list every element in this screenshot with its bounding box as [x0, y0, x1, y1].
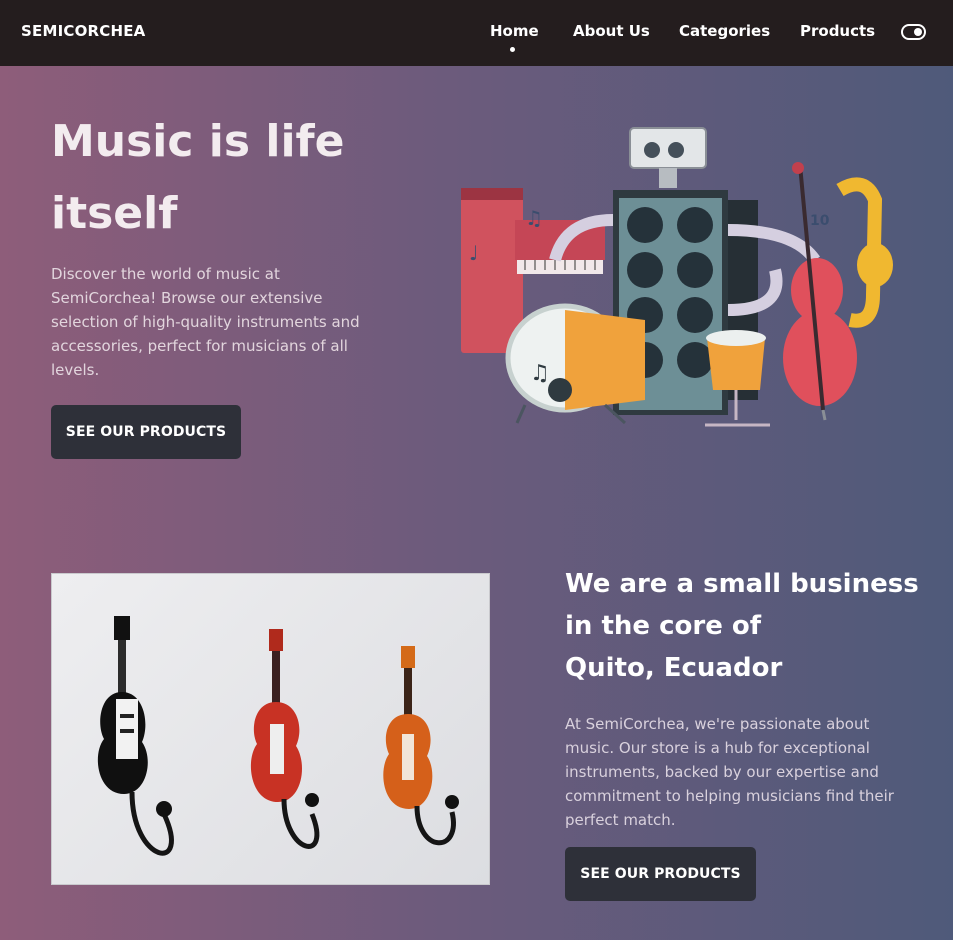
hero-title: Music is life itself: [51, 116, 345, 239]
about-title: We are a small business in the core of Q…: [565, 563, 925, 689]
nav-link-about-us[interactable]: About Us: [573, 22, 650, 40]
see-products-button[interactable]: SEE OUR PRODUCTS: [51, 405, 241, 459]
navbar: SEMICORCHEA Home About Us Categories Pro…: [0, 0, 953, 66]
hero-description: Discover the world of music at SemiCorch…: [51, 265, 360, 379]
see-products-button-about[interactable]: SEE OUR PRODUCTS: [565, 847, 756, 901]
about-title-line-3: Quito, Ecuador: [565, 653, 783, 683]
guitar-hooks-photo: [51, 573, 490, 885]
nav-link-categories[interactable]: Categories: [679, 22, 770, 40]
about-title-line-1: We are a small business: [565, 569, 919, 599]
nav-link-home[interactable]: Home: [490, 22, 539, 40]
toggle-knob: [914, 28, 922, 36]
nav-links: Home About Us Categories Products: [0, 22, 953, 52]
theme-toggle-icon[interactable]: [901, 24, 926, 40]
svg-text:♫: ♫: [530, 361, 550, 386]
nav-link-products[interactable]: Products: [800, 22, 875, 40]
svg-text:10: 10: [810, 213, 830, 229]
active-indicator-dot: [510, 47, 515, 52]
svg-text:♫: ♫: [525, 206, 543, 230]
about-description: At SemiCorchea, we're passionate about m…: [565, 715, 894, 829]
svg-text:♩: ♩: [469, 241, 478, 265]
robot-band-illustration: ♫ ♩ ♫ 10: [461, 127, 893, 427]
about-title-line-2: in the core of: [565, 611, 762, 641]
